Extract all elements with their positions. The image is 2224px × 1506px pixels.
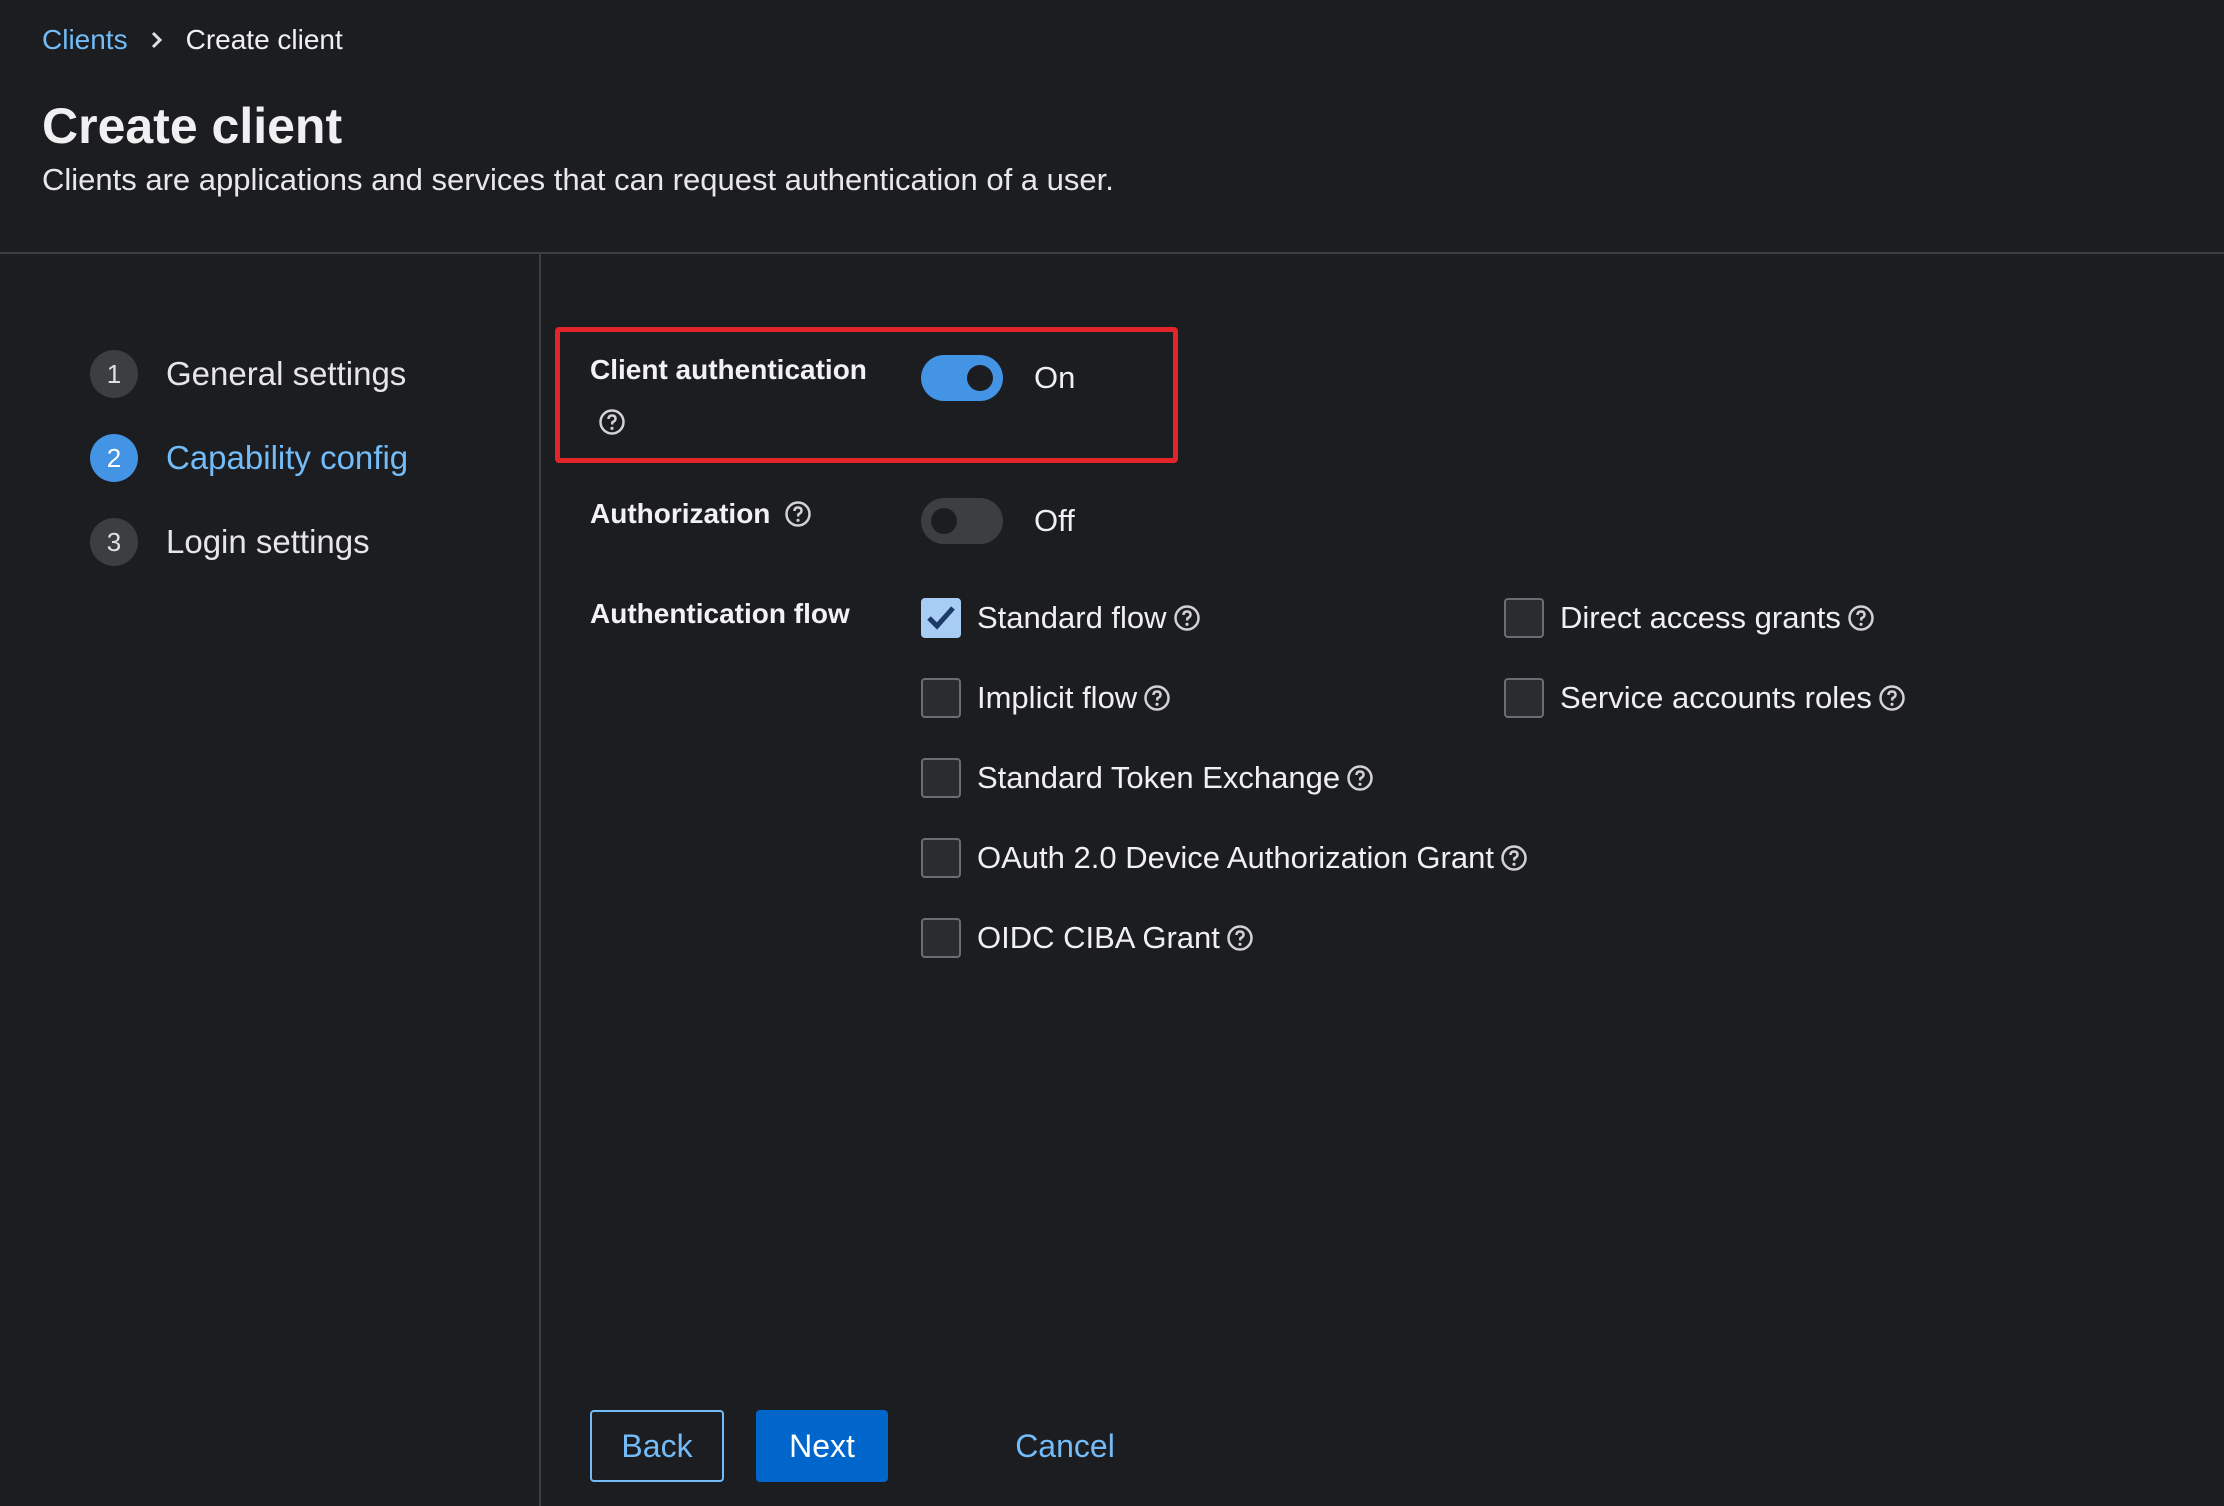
client-authentication-state: On [1034, 360, 1076, 395]
help-icon[interactable] [1878, 684, 1906, 712]
help-icon[interactable] [598, 408, 626, 436]
implicit-flow-checkbox[interactable] [921, 678, 961, 718]
service-accounts-roles-option[interactable]: Service accounts roles [1504, 676, 1906, 720]
implicit-flow-option[interactable]: Implicit flow [921, 676, 1171, 720]
client-authentication-label: Client authentication [590, 354, 867, 385]
chevron-right-icon [150, 30, 164, 50]
implicit-flow-label: Implicit flow [977, 680, 1138, 715]
wizard-step-login-settings[interactable]: 3 Login settings [90, 516, 370, 568]
standard-flow-label: Standard flow [977, 600, 1167, 635]
authentication-flow-label: Authentication flow [590, 598, 850, 629]
step-number: 3 [90, 518, 138, 566]
step-label: Capability config [166, 439, 409, 476]
direct-access-grants-checkbox[interactable] [1504, 598, 1544, 638]
help-icon[interactable] [1500, 844, 1528, 872]
service-accounts-roles-label: Service accounts roles [1560, 680, 1872, 715]
wizard-step-general-settings[interactable]: 1 General settings [90, 348, 406, 400]
breadcrumb-current: Create client [185, 24, 343, 55]
authorization-switch[interactable] [921, 498, 1003, 544]
step-number: 1 [90, 350, 138, 398]
standard-token-exchange-label: Standard Token Exchange [977, 760, 1341, 795]
standard-token-exchange-checkbox[interactable] [921, 758, 961, 798]
direct-access-grants-label: Direct access grants [1560, 600, 1841, 635]
oauth-device-authorization-grant-checkbox[interactable] [921, 838, 961, 878]
wizard-step-capability-config[interactable]: 2 Capability config [90, 432, 408, 484]
standard-flow-option[interactable]: Standard flow [921, 596, 1201, 640]
service-accounts-roles-checkbox[interactable] [1504, 678, 1544, 718]
help-icon[interactable] [1143, 684, 1171, 712]
back-button[interactable]: Back [590, 1410, 724, 1482]
standard-token-exchange-option[interactable]: Standard Token Exchange [921, 756, 1374, 800]
next-button[interactable]: Next [756, 1410, 888, 1482]
authorization-label: Authorization [590, 498, 771, 529]
oidc-ciba-grant-checkbox[interactable] [921, 918, 961, 958]
step-number: 2 [90, 434, 138, 482]
page-title: Create client [42, 98, 343, 154]
standard-flow-checkbox[interactable] [921, 598, 961, 638]
help-icon[interactable] [1847, 604, 1875, 632]
breadcrumb-link-clients[interactable]: Clients [42, 24, 128, 56]
authorization-label-row: Authorization [590, 496, 812, 532]
oauth-device-authorization-grant-label: OAuth 2.0 Device Authorization Grant [977, 840, 1494, 875]
page-description: Clients are applications and services th… [42, 162, 1114, 197]
highlight-box [555, 327, 1178, 463]
help-icon[interactable] [1173, 604, 1201, 632]
direct-access-grants-option[interactable]: Direct access grants [1504, 596, 1875, 640]
authorization-state: Off [1034, 503, 1075, 538]
wizard-nav: 1 General settings 2 Capability config 3… [0, 254, 541, 1506]
oauth-device-authorization-grant-option[interactable]: OAuth 2.0 Device Authorization Grant [921, 836, 1528, 880]
checkmark-icon [927, 606, 955, 630]
help-icon[interactable] [784, 500, 812, 528]
step-label: Login settings [166, 523, 370, 560]
client-authentication-switch[interactable] [921, 355, 1003, 401]
cancel-button[interactable]: Cancel [1000, 1410, 1130, 1482]
step-label: General settings [166, 355, 407, 392]
help-icon[interactable] [1346, 764, 1374, 792]
help-icon[interactable] [1226, 924, 1254, 952]
oidc-ciba-grant-option[interactable]: OIDC CIBA Grant [921, 916, 1254, 960]
oidc-ciba-grant-label: OIDC CIBA Grant [977, 920, 1220, 955]
breadcrumb: Clients Create client [42, 20, 343, 60]
